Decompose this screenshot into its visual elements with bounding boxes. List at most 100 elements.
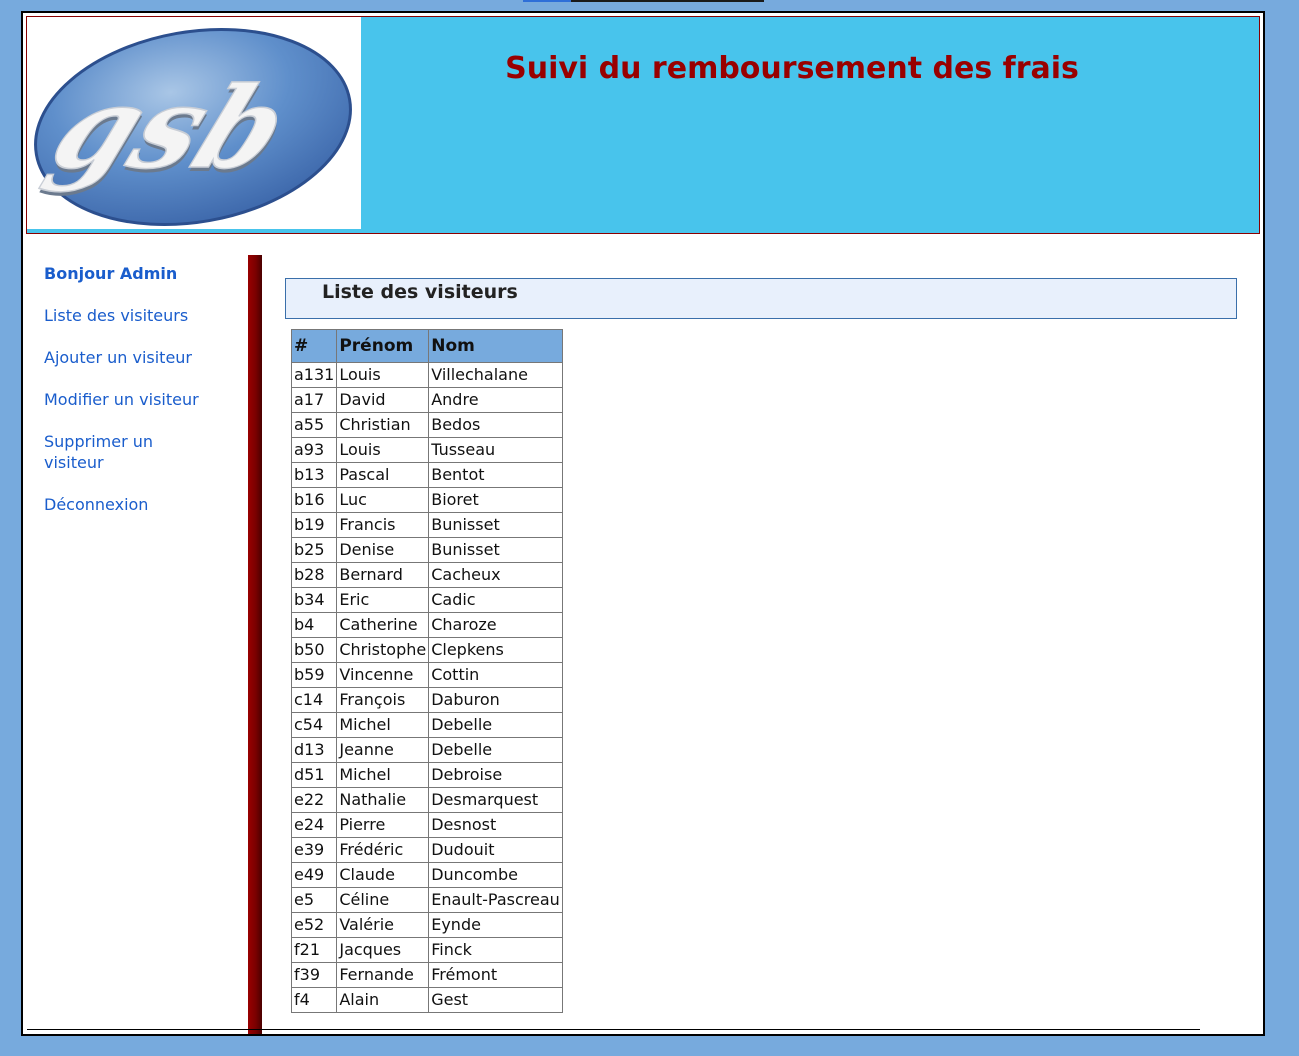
cell-id: b50 (290, 637, 338, 663)
top-strip (523, 0, 764, 2)
cell-id: b19 (290, 512, 338, 538)
cell-prenom: Céline (336, 887, 430, 913)
table-row: b16 Luc Bioret (290, 487, 563, 513)
cell-nom: Daburon (428, 687, 563, 713)
cell-nom: Debroise (428, 762, 563, 788)
table-row: c14 François Daburon (290, 687, 563, 713)
menu-item-supprimer-visiteur[interactable]: Supprimer un visiteur (44, 431, 174, 473)
cell-id: c14 (290, 687, 338, 713)
menu-item-liste-visiteurs[interactable]: Liste des visiteurs (44, 305, 234, 326)
table-row: b25 Denise Bunisset (290, 537, 563, 563)
cell-id: b59 (290, 662, 338, 688)
cell-prenom: Claude (336, 862, 430, 888)
menu-item-ajouter-visiteur[interactable]: Ajouter un visiteur (44, 347, 234, 368)
cell-nom: Desnost (428, 812, 563, 838)
menu-item-modifier-visiteur[interactable]: Modifier un visiteur (44, 389, 234, 410)
table-row: b28 Bernard Cacheux (290, 562, 563, 588)
column-header-prenom: Prénom (336, 329, 430, 363)
gsb-logo: gsb gsb (27, 17, 361, 229)
menu-item-deconnexion[interactable]: Déconnexion (44, 494, 234, 515)
cell-id: f39 (290, 962, 338, 988)
page-container: gsb gsb Suivi du remboursement des frais… (21, 11, 1265, 1036)
table-row: b34 Eric Cadic (290, 587, 563, 613)
cell-prenom: Valérie (336, 912, 430, 938)
column-header-nom: Nom (428, 329, 563, 363)
cell-nom: Bioret (428, 487, 563, 513)
cell-prenom: Frédéric (336, 837, 430, 863)
cell-id: e49 (290, 862, 338, 888)
table-row: a17 David Andre (290, 387, 563, 413)
cell-nom: Tusseau (428, 437, 563, 463)
table-row: f39 Fernande Frémont (290, 962, 563, 988)
cell-id: b4 (290, 612, 338, 638)
cell-nom: Finck (428, 937, 563, 963)
cell-id: e39 (290, 837, 338, 863)
cell-prenom: Christophe (336, 637, 430, 663)
cell-nom: Andre (428, 387, 563, 413)
cell-prenom: Nathalie (336, 787, 430, 813)
cell-nom: Debelle (428, 712, 563, 738)
cell-nom: Clepkens (428, 637, 563, 663)
visitors-table: # Prénom Nom a131 Louis Villechalane a17 Dav… (290, 329, 563, 1013)
cell-nom: Duncombe (428, 862, 563, 888)
cell-id: e5 (290, 887, 338, 913)
cell-nom: Bunisset (428, 512, 563, 538)
cell-nom: Desmarquest (428, 787, 563, 813)
cell-prenom: François (336, 687, 430, 713)
table-row: b50 Christophe Clepkens (290, 637, 563, 663)
table-row: e24 Pierre Desnost (290, 812, 563, 838)
column-header-id: # (290, 329, 338, 363)
cell-id: a17 (290, 387, 338, 413)
cell-nom: Cacheux (428, 562, 563, 588)
cell-prenom: Pascal (336, 462, 430, 488)
cell-id: d13 (290, 737, 338, 763)
sidebar-divider (248, 255, 262, 1034)
cell-id: c54 (290, 712, 338, 738)
table-row: a131 Louis Villechalane (290, 362, 563, 388)
table-row: e5 Céline Enault-Pascreau (290, 887, 563, 913)
table-header-row: # Prénom Nom (290, 329, 563, 363)
cell-id: f4 (290, 987, 338, 1013)
cell-nom: Cadic (428, 587, 563, 613)
section-title: Liste des visiteurs (322, 281, 518, 303)
cell-nom: Dudouit (428, 837, 563, 863)
gsb-logo-icon: gsb gsb (33, 27, 352, 227)
cell-prenom: Catherine (336, 612, 430, 638)
cell-nom: Frémont (428, 962, 563, 988)
top-strip-accent (523, 0, 571, 2)
cell-prenom: Denise (336, 537, 430, 563)
cell-prenom: Jeanne (336, 737, 430, 763)
cell-prenom: Vincenne (336, 662, 430, 688)
cell-prenom: Francis (336, 512, 430, 538)
cell-id: d51 (290, 762, 338, 788)
table-row: b13 Pascal Bentot (290, 462, 563, 488)
greeting-text: Bonjour Admin (44, 264, 178, 283)
cell-nom: Debelle (428, 737, 563, 763)
cell-nom: Cottin (428, 662, 563, 688)
cell-prenom: Eric (336, 587, 430, 613)
table-row: f4 Alain Gest (290, 987, 563, 1013)
cell-nom: Eynde (428, 912, 563, 938)
table-row: d51 Michel Debroise (290, 762, 563, 788)
cell-prenom: Michel (336, 712, 430, 738)
cell-nom: Gest (428, 987, 563, 1013)
cell-id: e52 (290, 912, 338, 938)
cell-id: a93 (290, 437, 338, 463)
header: gsb gsb Suivi du remboursement des frais (26, 16, 1260, 234)
cell-prenom: Christian (336, 412, 430, 438)
cell-id: e24 (290, 812, 338, 838)
cell-prenom: Pierre (336, 812, 430, 838)
cell-nom: Charoze (428, 612, 563, 638)
table-row: e49 Claude Duncombe (290, 862, 563, 888)
cell-id: b28 (290, 562, 338, 588)
cell-id: a131 (290, 362, 338, 388)
sidebar-menu: Bonjour Admin Liste des visiteurs Ajoute… (44, 263, 234, 536)
cell-id: b25 (290, 537, 338, 563)
table-row: b4 Catherine Charoze (290, 612, 563, 638)
cell-prenom: David (336, 387, 430, 413)
table-row: a93 Louis Tusseau (290, 437, 563, 463)
table-row: b19 Francis Bunisset (290, 512, 563, 538)
cell-nom: Enault-Pascreau (428, 887, 563, 913)
table-row: a55 Christian Bedos (290, 412, 563, 438)
table-row: e39 Frédéric Dudouit (290, 837, 563, 863)
